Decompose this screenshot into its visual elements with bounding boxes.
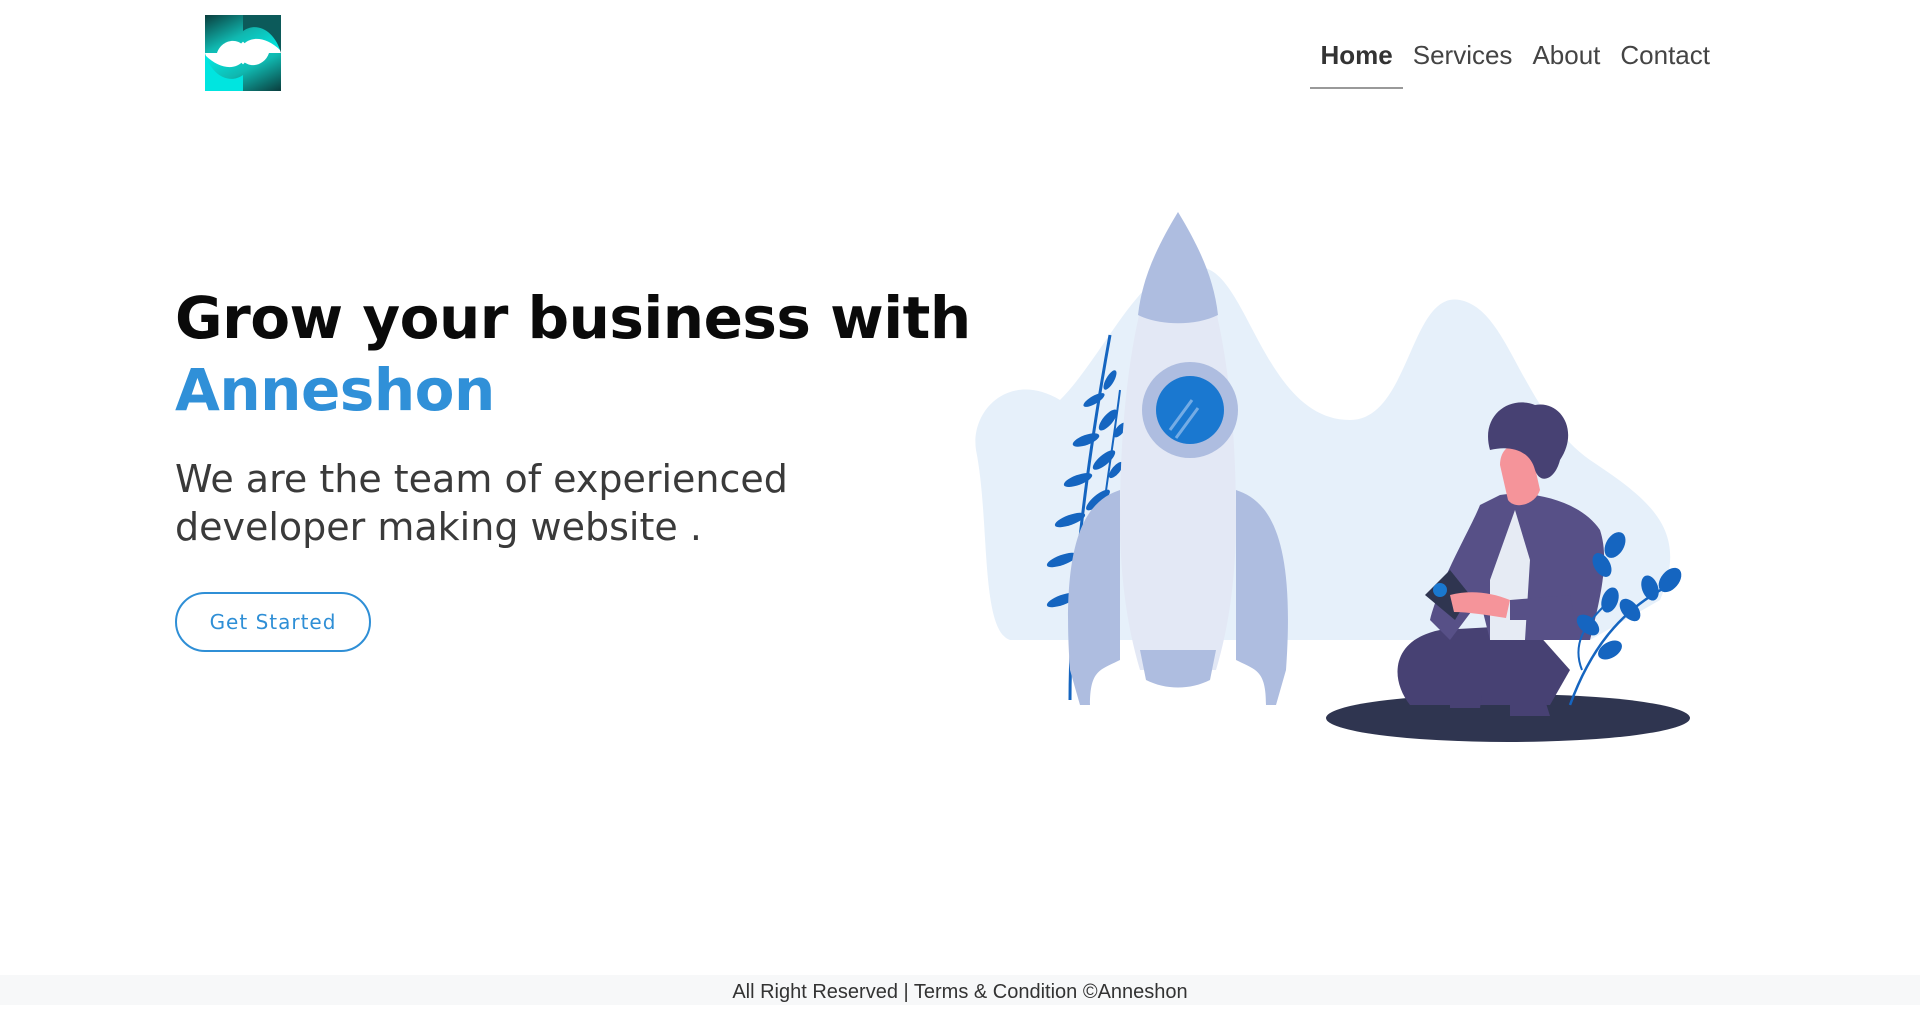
main-nav: Home Services About Contact xyxy=(1310,40,1720,89)
hero-subtitle-line1: We are the team of experienced xyxy=(175,457,788,501)
page: Home Services About Contact Grow your bu… xyxy=(0,0,1920,1026)
nav-about[interactable]: About xyxy=(1522,40,1610,87)
hero-brand-name: Anneshon xyxy=(175,356,495,424)
get-started-button[interactable]: Get Started xyxy=(175,592,371,652)
footer: All Right Reserved | Terms & Condition ©… xyxy=(0,975,1920,1005)
rocket-illustration xyxy=(975,212,1690,742)
hero-title: Grow your business with Anneshon xyxy=(175,282,971,426)
hero-title-line: Grow your business with xyxy=(175,284,971,352)
nav-services[interactable]: Services xyxy=(1403,40,1523,87)
footer-text: All Right Reserved | Terms & Condition ©… xyxy=(732,981,1188,1003)
hero-subtitle-line2: developer making website . xyxy=(175,505,702,549)
hero-subtitle: We are the team of experienced developer… xyxy=(175,455,875,551)
nav-contact[interactable]: Contact xyxy=(1610,40,1720,87)
nav-home[interactable]: Home xyxy=(1310,40,1403,89)
swirl-logo-icon[interactable] xyxy=(205,15,281,91)
